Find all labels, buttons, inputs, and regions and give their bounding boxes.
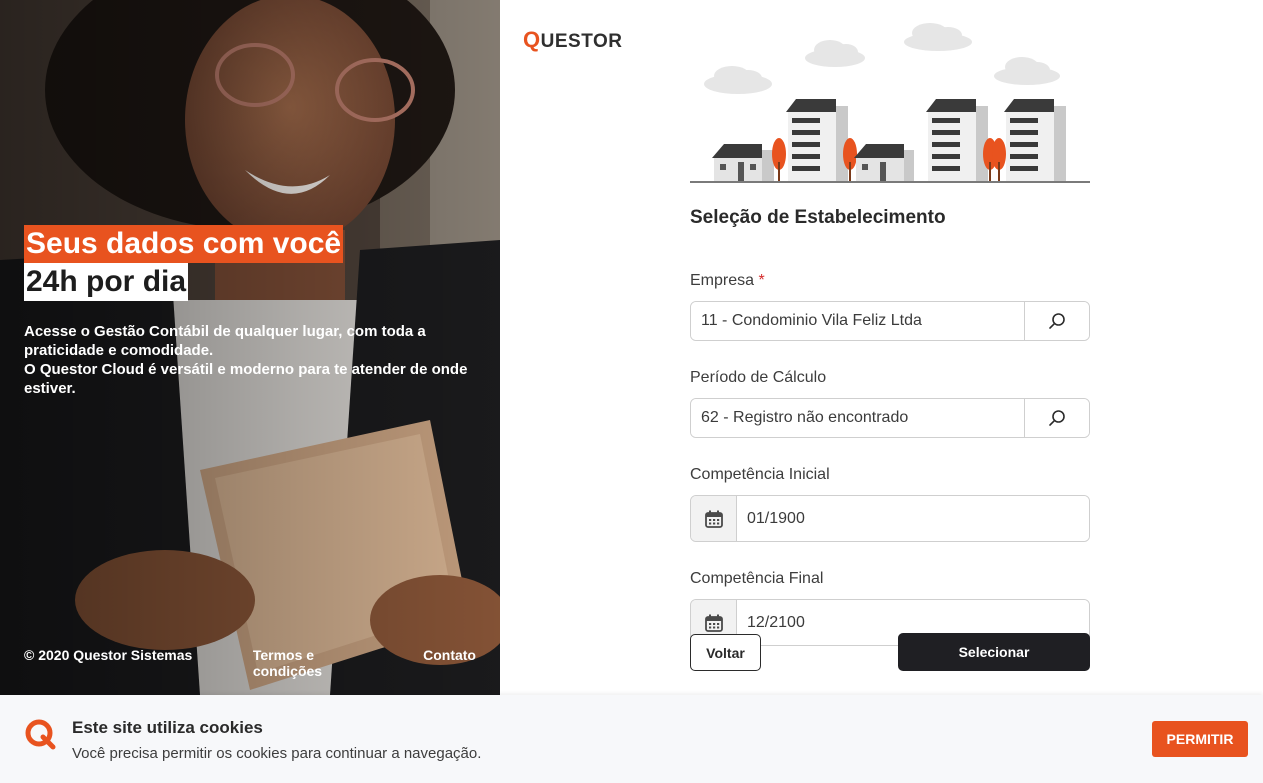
city-illustration	[690, 23, 1090, 183]
competencia-inicial-group	[690, 495, 1090, 542]
contact-link[interactable]: Contato	[423, 647, 476, 679]
logo-text: UESTOR	[540, 31, 623, 52]
back-button[interactable]: Voltar	[690, 634, 761, 671]
cookie-banner: Este site utiliza cookies Você precisa p…	[0, 695, 1263, 783]
calendar-glyph	[704, 614, 723, 632]
competencia-inicial-label: Competência Inicial	[690, 466, 830, 483]
establishment-form: Seleção de Estabelecimento Empresa * Per…	[690, 205, 1090, 673]
cookie-text: Você precisa permitir os cookies para co…	[72, 745, 482, 762]
empresa-input[interactable]	[691, 302, 1024, 340]
calendar-glyph	[704, 510, 723, 528]
copyright: © 2020 Questor Sistemas	[24, 647, 193, 663]
hero-headline: Seus dados com você 24h por dia	[24, 225, 344, 301]
hero-description-line-1: Acesse o Gestão Contábil de qualquer lug…	[24, 323, 426, 359]
headline-line-2: 24h por dia	[24, 263, 189, 301]
questor-logo: QUESTOR	[523, 27, 622, 53]
competencia-inicial-input[interactable]	[737, 496, 1089, 541]
empresa-label: Empresa *	[690, 271, 1090, 291]
hero-panel: Seus dados com você 24h por dia Acesse o…	[0, 0, 500, 695]
terms-link[interactable]: Termos e condições	[253, 647, 383, 679]
allow-cookies-button[interactable]: PERMITIR	[1152, 721, 1248, 757]
hero-description-line-2: O Questor Cloud é versátil e moderno par…	[24, 361, 468, 397]
select-button[interactable]: Selecionar	[898, 633, 1090, 671]
empresa-search-button[interactable]	[1024, 302, 1089, 340]
headline-line-1: Seus dados com você	[24, 225, 344, 263]
periodo-label: Período de Cálculo	[690, 369, 827, 386]
required-marker: *	[758, 272, 765, 289]
periodo-input[interactable]	[691, 399, 1024, 437]
competencia-final-label: Competência Final	[690, 570, 824, 587]
empresa-label-text: Empresa	[690, 272, 755, 289]
periodo-search-button[interactable]	[1024, 399, 1089, 437]
form-actions: Voltar Selecionar	[690, 633, 1090, 671]
periodo-input-group	[690, 398, 1090, 438]
empresa-input-group	[690, 301, 1090, 341]
hero-description: Acesse o Gestão Contábil de qualquer lug…	[24, 322, 484, 398]
questor-q-icon	[25, 719, 56, 750]
form-title: Seleção de Estabelecimento	[690, 207, 946, 228]
logo-q: Q	[523, 27, 541, 52]
search-icon	[1049, 410, 1065, 426]
hero-footer: © 2020 Questor Sistemas Termos e condiçõ…	[24, 647, 476, 679]
search-icon	[1049, 313, 1065, 329]
calendar-icon[interactable]	[691, 496, 737, 541]
cookie-title: Este site utiliza cookies	[72, 718, 263, 737]
